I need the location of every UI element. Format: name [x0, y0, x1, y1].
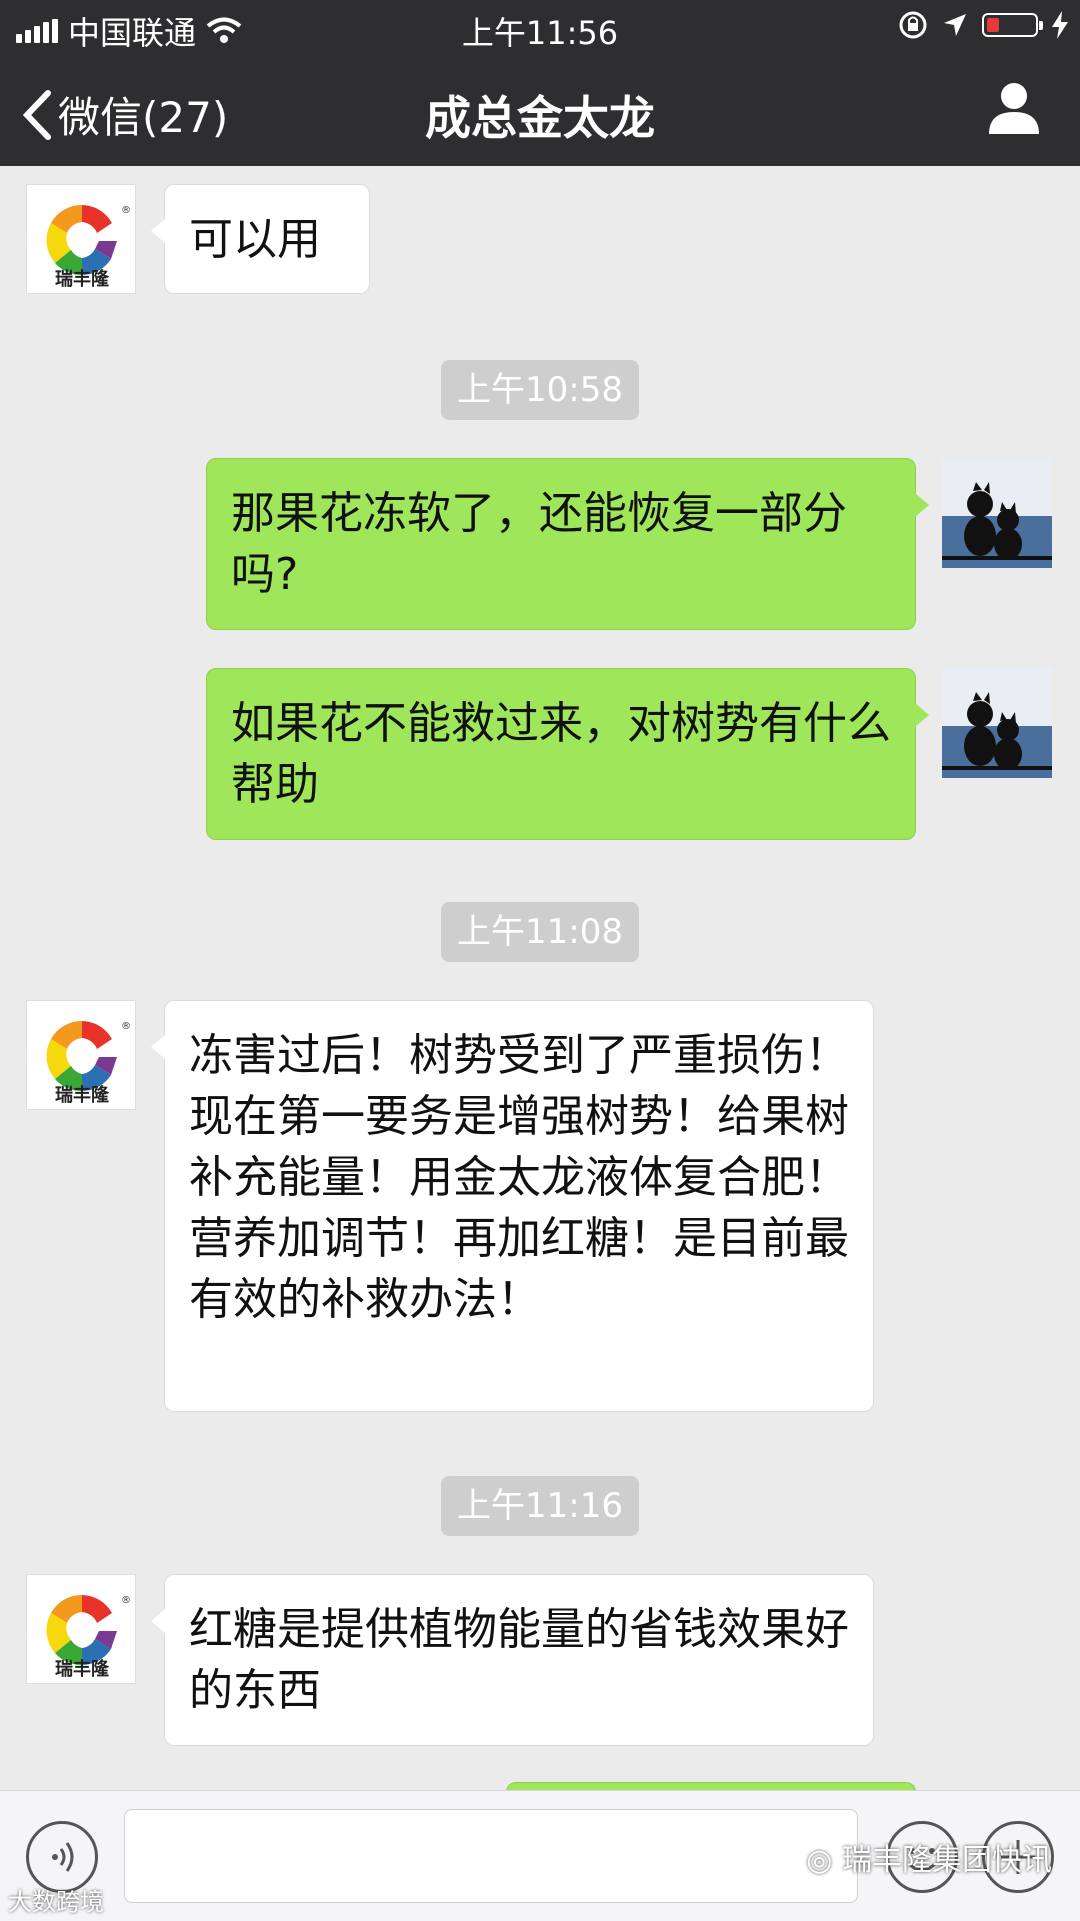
user-avatar[interactable]	[942, 668, 1052, 778]
contact-avatar[interactable]: ® 瑞丰隆	[26, 1000, 136, 1110]
message-bubble-in[interactable]: 冻害过后！树势受到了严重损伤！现在第一要务是增强树势！给果树补充能量！用金太龙液…	[151, 1000, 874, 1412]
message-text: 如果花不能救过来，对树势有什么帮助	[231, 698, 891, 810]
avatar-brand-text: 瑞丰隆	[55, 269, 109, 290]
user-avatar-image	[942, 668, 1052, 778]
status-time: 上午11:56	[461, 14, 619, 52]
nav-bar: 微信(27) 成总金太龙	[0, 58, 1080, 166]
contact-avatar[interactable]: ® 瑞丰隆	[26, 1574, 136, 1684]
message-bubble-out[interactable]: 如果花不能救过来，对树势有什么帮助	[206, 668, 929, 840]
svg-text:®: ®	[121, 205, 131, 216]
timestamp: 上午11:08	[441, 902, 639, 962]
user-avatar[interactable]	[942, 458, 1052, 568]
battery-icon	[982, 13, 1043, 37]
message-text: 那果花冻软了，还能恢复一部分吗?	[231, 488, 847, 600]
message-bubble-out[interactable]: 那果花冻软了，还能恢复一部分吗?	[206, 458, 929, 630]
message-input[interactable]	[124, 1809, 858, 1903]
watermark-right: ◎ 瑞丰隆集团快讯	[806, 1843, 1052, 1878]
wechat-logo-icon: ◎	[806, 1843, 842, 1878]
message-text: 冻害过后！树势受到了严重损伤！现在第一要务是增强树势！给果树补充能量！用金太龙液…	[189, 1030, 849, 1325]
voice-icon	[52, 1842, 74, 1872]
chat-title: 成总金太龙	[425, 91, 655, 145]
message-bubble-in[interactable]: 可以用	[151, 184, 370, 294]
message-text: 红糖是提供植物能量的省钱效果好的东西	[189, 1604, 849, 1716]
svg-text:®: ®	[121, 1021, 131, 1032]
svg-text:®: ®	[121, 1595, 131, 1606]
user-avatar-image	[942, 458, 1052, 568]
charging-icon	[1052, 11, 1068, 39]
message-bubble-out-partial[interactable]	[506, 1782, 916, 1790]
status-bar: 中国联通 上午11:56	[0, 0, 1080, 58]
message-bubble-in[interactable]: 红糖是提供植物能量的省钱效果好的东西	[151, 1574, 874, 1746]
timestamp: 上午10:58	[441, 360, 639, 420]
location-icon	[944, 14, 966, 36]
avatar-brand-text: 瑞丰隆	[55, 1085, 109, 1106]
input-bar: ◎ 瑞丰隆集团快讯 大数跨境	[0, 1790, 1080, 1921]
chat-area[interactable]: ® 瑞丰隆 可以用 上午10:58 那果花冻软了，还能恢复一部分吗? 如果花不能…	[0, 166, 1080, 1790]
contact-avatar[interactable]: ® 瑞丰隆	[26, 184, 136, 294]
watermark-left: 大数跨境	[8, 1888, 104, 1916]
avatar-brand-text: 瑞丰隆	[55, 1659, 109, 1680]
message-text: 可以用	[189, 214, 321, 265]
person-icon[interactable]	[986, 80, 1042, 136]
rotation-lock-icon	[899, 11, 927, 39]
timestamp: 上午11:16	[441, 1476, 639, 1536]
